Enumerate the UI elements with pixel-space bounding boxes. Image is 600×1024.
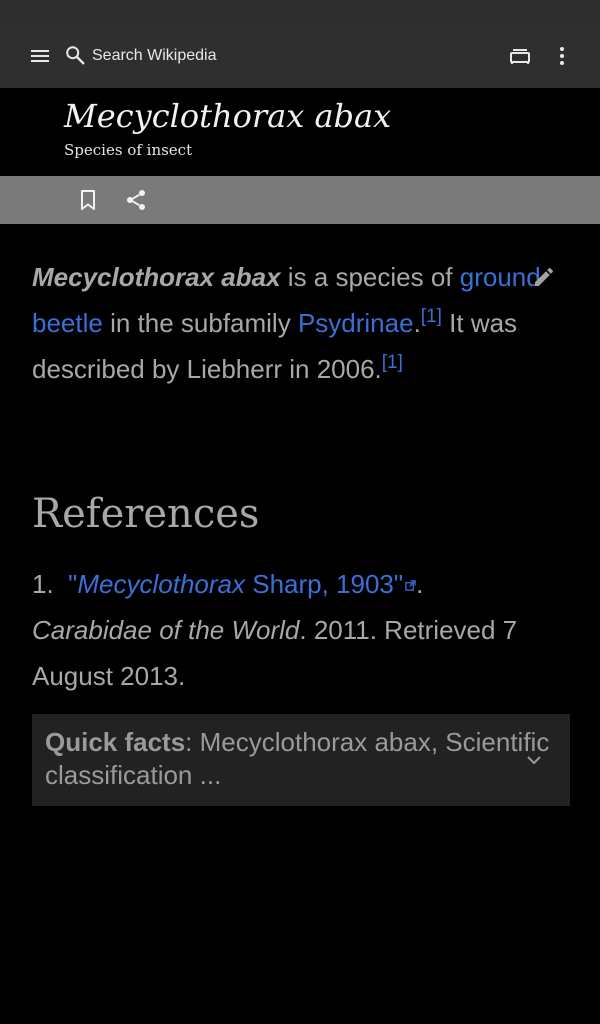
references-list: 1. "Mecyclothorax Sharp, 1903". Carabidae… (32, 561, 552, 699)
reference-after-link: . (416, 569, 424, 599)
status-bar (0, 0, 600, 24)
search-icon[interactable] (64, 44, 86, 66)
chevron-down-icon (527, 756, 541, 765)
page-subtitle: Species of insect (64, 141, 193, 159)
search-input[interactable]: Search Wikipedia (92, 46, 217, 66)
reference-work: Carabidae of the World (32, 615, 300, 645)
top-toolbar: Search Wikipedia (0, 24, 600, 88)
lead-bold-name: Mecyclothorax abax (32, 262, 281, 292)
reference-link[interactable]: "Mecyclothorax Sharp, 1903" (68, 569, 416, 599)
lead-text-1: is a species of (280, 262, 460, 292)
reference-link-quote: " (68, 569, 78, 599)
page-title: Mecyclothorax abax (64, 97, 392, 135)
more-vert-icon[interactable] (550, 44, 574, 68)
edit-pencil-icon[interactable] (532, 265, 556, 289)
reference-item: 1. "Mecyclothorax Sharp, 1903". Carabidae… (32, 561, 552, 699)
lead-text-3: . (413, 308, 421, 338)
external-link-icon (405, 580, 416, 591)
tabs-icon[interactable] (508, 44, 532, 68)
citation-1-second[interactable]: [1] (382, 352, 403, 373)
article-lead: Mecyclothorax abax is a species of groun… (32, 254, 552, 392)
article-action-bar (0, 176, 600, 224)
reference-link-rest: Sharp, 1903" (245, 569, 404, 599)
lead-paragraph: Mecyclothorax abax is a species of groun… (32, 254, 552, 392)
share-icon[interactable] (124, 188, 148, 212)
bookmark-icon[interactable] (77, 188, 99, 212)
quick-facts-label: Quick facts (45, 727, 186, 757)
article-header: Mecyclothorax abax Species of insect (0, 88, 600, 176)
quick-facts-button[interactable]: Quick facts: Mecyclothorax abax, Scienti… (32, 714, 570, 806)
menu-icon[interactable] (28, 44, 52, 68)
citation-1[interactable]: [1] (421, 306, 442, 327)
references-heading: References (32, 491, 260, 537)
lead-text-2: in the subfamily (102, 308, 298, 338)
reference-link-genus: Mecyclothorax (77, 569, 245, 599)
link-psydrinae[interactable]: Psydrinae (298, 308, 414, 338)
reference-number: 1. (32, 569, 54, 599)
